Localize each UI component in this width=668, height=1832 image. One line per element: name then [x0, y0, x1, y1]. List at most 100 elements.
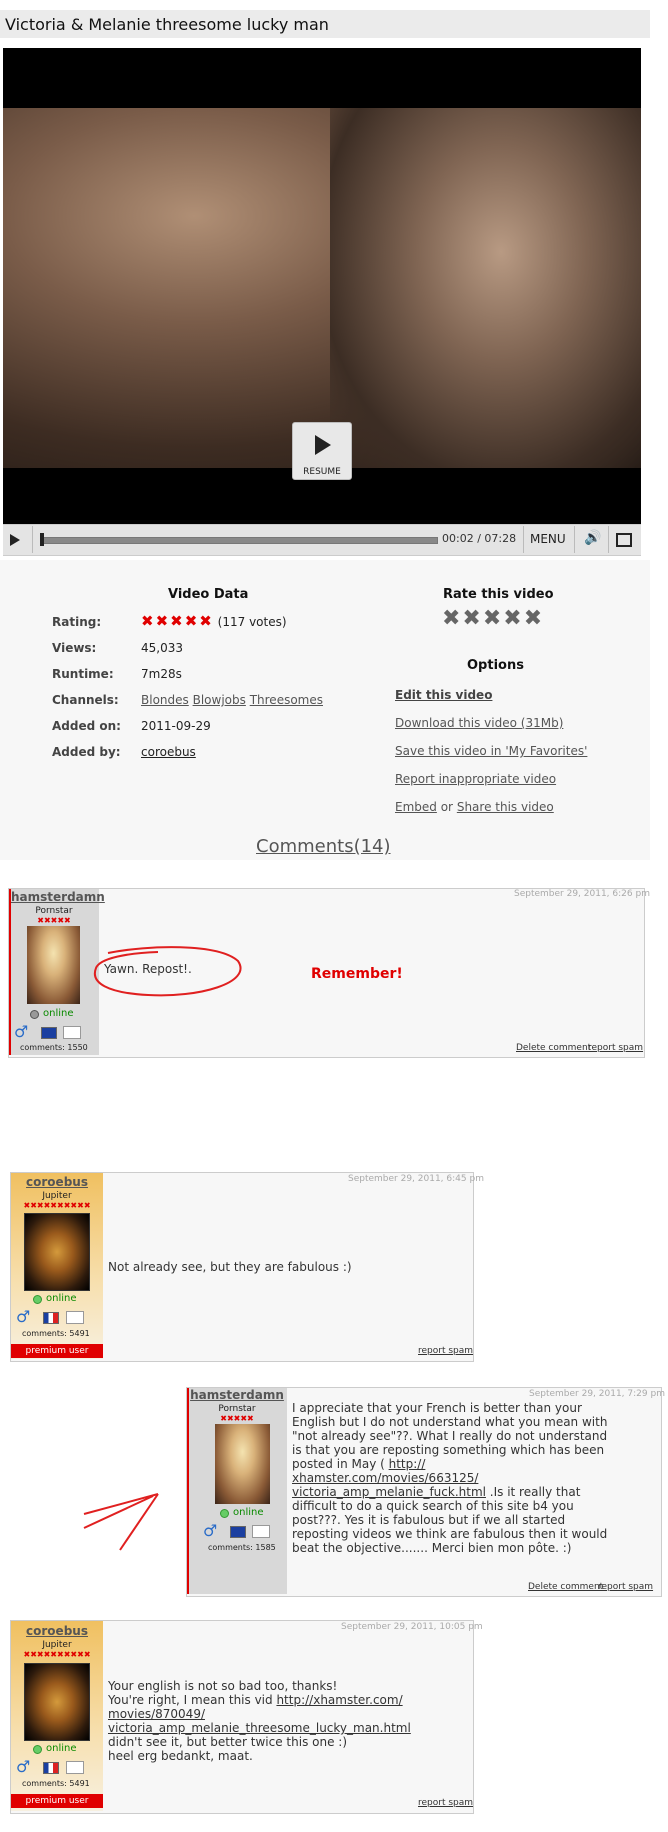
comment-count: comments: 5491 [22, 1329, 90, 1338]
play-icon[interactable] [10, 534, 20, 546]
time-display: 00:02 / 07:28 [442, 532, 517, 545]
seek-handle[interactable] [40, 533, 44, 546]
comment-count: comments: 1550 [20, 1043, 88, 1052]
download-video-link[interactable]: Download this video (31Mb) [395, 716, 563, 730]
report-spam-link[interactable]: report spam [598, 1582, 653, 1592]
online-status: online [43, 1008, 74, 1019]
avatar[interactable] [24, 1663, 90, 1741]
rating-stars: ✖✖✖✖✖ [141, 612, 214, 630]
avatar[interactable] [24, 1213, 90, 1291]
avatar[interactable] [27, 926, 80, 1004]
rate-heading: Rate this video [443, 587, 554, 602]
male-icon: ♂ [16, 1757, 31, 1776]
comment-line: heel erg bedankt, maat. [108, 1749, 253, 1763]
user-rank: Jupiter [42, 1640, 72, 1650]
user-rank: Pornstar [218, 1404, 256, 1414]
status-dot-icon [220, 1509, 229, 1518]
comment-date: September 29, 2011, 10:05 pm [341, 1622, 483, 1632]
username-link[interactable]: coroebus [11, 1624, 103, 1638]
comment-line: didn't see it, but better twice this one… [108, 1735, 348, 1749]
views-label: Views: [52, 641, 97, 655]
rank-stars: ✖✖✖✖✖✖✖✖✖✖ [23, 1650, 91, 1659]
delete-comment-link[interactable]: Delete comment [516, 1043, 591, 1053]
video-data-heading: Video Data [168, 587, 249, 602]
rating-value: ✖✖✖✖✖ (117 votes) [141, 612, 287, 630]
link-part: http:// [388, 1457, 426, 1471]
comment-text: Not already see, but they are fabulous :… [108, 1260, 352, 1274]
user-rank: Jupiter [42, 1191, 72, 1201]
comment-text: Your english is not so bad too, thanks! … [108, 1679, 448, 1763]
mail-icon[interactable] [66, 1761, 84, 1774]
comment-text-part: You're right, I mean this vid [108, 1693, 277, 1707]
options-heading: Options [467, 658, 524, 673]
embed-link[interactable]: Embed [395, 800, 437, 814]
channel-link-blondes[interactable]: Blondes [141, 693, 189, 707]
added-by-label: Added by: [52, 745, 121, 759]
rating-votes: (117 votes) [217, 615, 287, 629]
delete-comment-link[interactable]: Delete comment [528, 1582, 603, 1592]
video-info-panel [0, 560, 650, 860]
report-spam-link[interactable]: report spam [588, 1043, 643, 1053]
runtime-label: Runtime: [52, 667, 114, 681]
flag-fr-icon [43, 1762, 59, 1774]
flag-fr-icon [43, 1312, 59, 1324]
added-by-link[interactable]: coroebus [141, 745, 196, 759]
added-on-value: 2011-09-29 [141, 719, 211, 733]
page-title: Victoria & Melanie threesome lucky man [5, 15, 329, 34]
rating-label: Rating: [52, 615, 102, 629]
mail-icon[interactable] [63, 1026, 81, 1039]
embed-share-row: Embed or Share this video [395, 800, 554, 814]
divider [608, 526, 609, 553]
edit-video-link[interactable]: Edit this video [395, 688, 492, 702]
rate-stars[interactable]: ✖✖✖✖✖ [442, 606, 544, 631]
premium-badge: premium user [11, 1794, 103, 1808]
comment-count: comments: 1585 [208, 1543, 276, 1552]
mail-icon[interactable] [252, 1525, 270, 1538]
seek-bar[interactable] [40, 537, 438, 544]
male-icon: ♂ [203, 1521, 218, 1540]
user-rank: Pornstar [35, 906, 73, 916]
comment-date: September 29, 2011, 6:26 pm [514, 889, 650, 899]
link-part: movies/870049/ [108, 1707, 205, 1721]
flag-eu-icon [41, 1027, 57, 1039]
divider [574, 526, 575, 553]
channel-link-blowjobs[interactable]: Blowjobs [193, 693, 246, 707]
views-value: 45,033 [141, 641, 183, 655]
rank-stars: ✖✖✖✖✖✖✖✖✖✖ [23, 1201, 91, 1210]
comment-date: September 29, 2011, 6:45 pm [348, 1174, 484, 1184]
report-spam-link[interactable]: report spam [418, 1798, 473, 1808]
resume-label: RESUME [303, 467, 341, 477]
comments-link[interactable]: Comments(14) [256, 836, 391, 857]
volume-icon[interactable]: 🔊 [584, 530, 601, 546]
video-frame-overlay [330, 108, 641, 468]
username-link[interactable]: hamsterdamn [11, 890, 105, 904]
report-spam-link[interactable]: report spam [418, 1346, 473, 1356]
runtime-value: 7m28s [141, 667, 182, 681]
channels-label: Channels: [52, 693, 119, 707]
online-status: online [233, 1507, 264, 1518]
avatar[interactable] [215, 1424, 270, 1504]
resume-button[interactable]: RESUME [292, 422, 352, 480]
save-favorites-link[interactable]: Save this video in 'My Favorites' [395, 744, 587, 758]
divider [32, 526, 33, 553]
rank-stars: ✖✖✖✖✖ [37, 916, 71, 925]
status-dot-icon [33, 1295, 42, 1304]
channel-link-threesomes[interactable]: Threesomes [250, 693, 323, 707]
comment-count: comments: 5491 [22, 1779, 90, 1788]
link-part: victoria_amp_melanie_threesome_lucky_man… [108, 1721, 411, 1735]
fullscreen-icon[interactable] [616, 533, 632, 547]
comment-line: Your english is not so bad too, thanks! [108, 1679, 338, 1693]
annotation-arrow [83, 1493, 159, 1551]
comment-date: September 29, 2011, 7:29 pm [529, 1389, 665, 1399]
menu-button[interactable]: MENU [530, 532, 566, 546]
online-status: online [46, 1293, 77, 1304]
or-text: or [440, 800, 453, 814]
mail-icon[interactable] [66, 1311, 84, 1324]
report-video-link[interactable]: Report inappropriate video [395, 772, 556, 786]
link-part: http://xhamster.com/ [276, 1693, 403, 1707]
comment-text-part: I appreciate that your French is better … [292, 1401, 608, 1471]
username-link[interactable]: hamsterdamn [189, 1388, 285, 1402]
link-part: xhamster.com/movies/663125/ [292, 1471, 479, 1485]
username-link[interactable]: coroebus [11, 1175, 103, 1189]
share-link[interactable]: Share this video [457, 800, 554, 814]
